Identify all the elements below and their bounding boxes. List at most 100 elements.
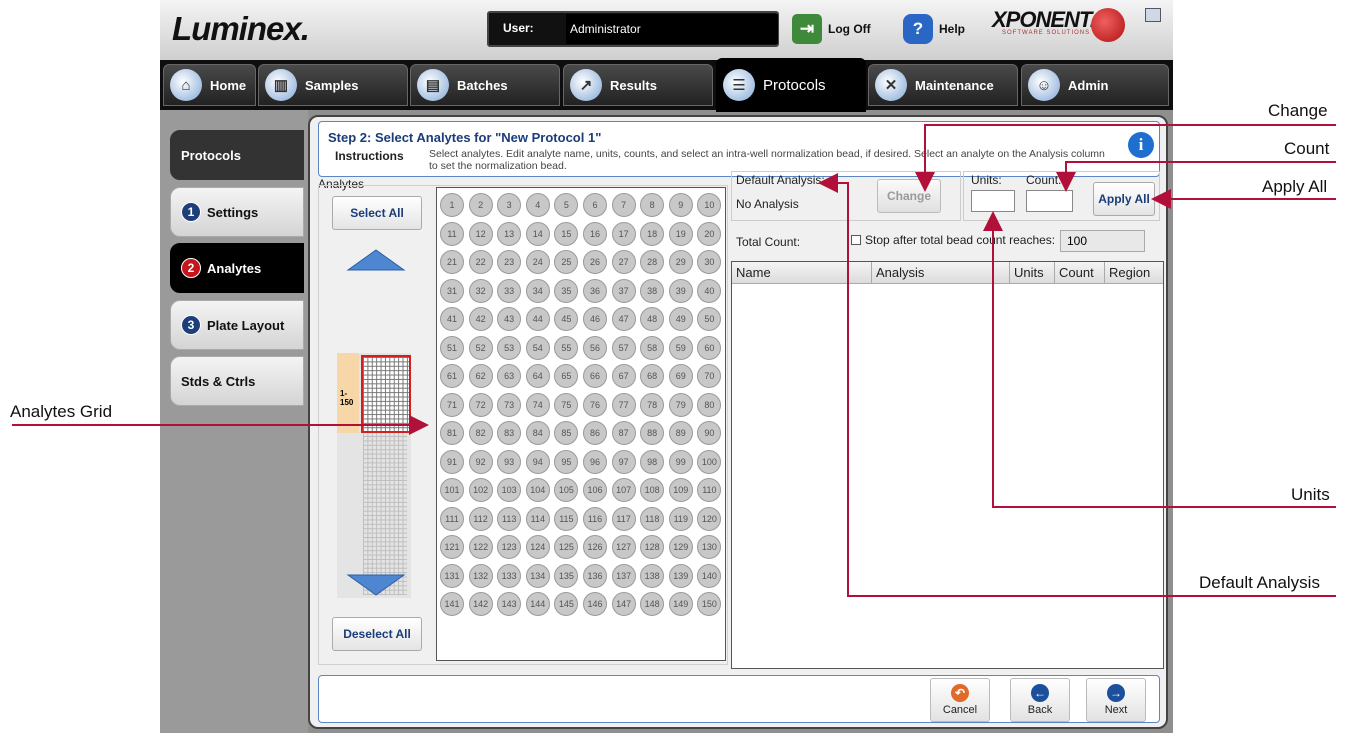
analyte-well[interactable]: 72: [468, 392, 493, 417]
analyte-well[interactable]: 87: [611, 421, 636, 445]
analyte-well[interactable]: 79: [668, 392, 693, 417]
analyte-well[interactable]: 45: [554, 307, 579, 331]
sidebar-item-protocols[interactable]: Protocols: [170, 130, 304, 180]
analyte-well[interactable]: 70: [697, 364, 722, 388]
analyte-well[interactable]: 51: [440, 335, 464, 360]
analyte-well[interactable]: 111: [440, 506, 464, 531]
help-button[interactable]: ? Help: [903, 12, 965, 46]
tab-protocols[interactable]: ☰ Protocols: [716, 58, 866, 112]
analyte-well[interactable]: 47: [611, 307, 636, 331]
sidebar-item-plate-layout[interactable]: 3 Plate Layout: [170, 300, 304, 350]
analyte-well[interactable]: 117: [611, 506, 636, 531]
count-input[interactable]: [1026, 190, 1073, 212]
tab-maintenance[interactable]: ✕ Maintenance: [868, 64, 1018, 106]
analyte-well[interactable]: 15: [554, 221, 579, 246]
analyte-well[interactable]: 17: [611, 221, 636, 246]
analyte-well[interactable]: 118: [640, 506, 665, 531]
analyte-well[interactable]: 54: [525, 335, 550, 360]
column-header-count[interactable]: Count: [1055, 262, 1105, 284]
analyte-well[interactable]: 100: [697, 449, 722, 474]
analyte-well[interactable]: 133: [497, 563, 522, 588]
analyte-well[interactable]: 71: [440, 392, 464, 417]
analyte-well[interactable]: 132: [468, 563, 493, 588]
analyte-well[interactable]: 127: [611, 535, 636, 559]
analyte-well[interactable]: 86: [583, 421, 607, 445]
analyte-well[interactable]: 37: [611, 278, 636, 303]
analyte-well[interactable]: 56: [583, 335, 607, 360]
analyte-well[interactable]: 26: [583, 250, 607, 274]
analyte-well[interactable]: 36: [583, 278, 607, 303]
scroll-up-arrow-icon[interactable]: [346, 248, 406, 272]
analyte-well[interactable]: 6: [583, 193, 607, 217]
tab-samples[interactable]: ▥ Samples: [258, 64, 408, 106]
analyte-well[interactable]: 106: [583, 478, 607, 502]
analyte-well[interactable]: 27: [611, 250, 636, 274]
analyte-well[interactable]: 29: [668, 250, 693, 274]
analyte-well[interactable]: 68: [640, 364, 665, 388]
analyte-well[interactable]: 59: [668, 335, 693, 360]
analyte-well[interactable]: 55: [554, 335, 579, 360]
analyte-well[interactable]: 98: [640, 449, 665, 474]
analyte-well[interactable]: 14: [525, 221, 550, 246]
analyte-well[interactable]: 144: [525, 592, 550, 616]
analyte-well[interactable]: 82: [468, 421, 493, 445]
analyte-well[interactable]: 63: [497, 364, 522, 388]
deselect-all-button[interactable]: Deselect All: [332, 617, 422, 651]
tab-results[interactable]: ↗ Results: [563, 64, 713, 106]
column-header-analysis[interactable]: Analysis: [872, 262, 1010, 284]
units-input[interactable]: [971, 190, 1015, 212]
analyte-well[interactable]: 41: [440, 307, 464, 331]
analyte-well[interactable]: 125: [554, 535, 579, 559]
analyte-well[interactable]: 39: [668, 278, 693, 303]
analyte-well[interactable]: 150: [697, 592, 722, 616]
analyte-well[interactable]: 95: [554, 449, 579, 474]
analyte-well[interactable]: 85: [554, 421, 579, 445]
analyte-well[interactable]: 40: [697, 278, 722, 303]
minimap-selection[interactable]: [361, 355, 411, 433]
analyte-well[interactable]: 92: [468, 449, 493, 474]
minimize-button[interactable]: [1145, 8, 1161, 22]
analyte-well[interactable]: 141: [440, 592, 464, 616]
analyte-well[interactable]: 38: [640, 278, 665, 303]
analyte-well[interactable]: 48: [640, 307, 665, 331]
analyte-well[interactable]: 66: [583, 364, 607, 388]
analyte-well[interactable]: 143: [497, 592, 522, 616]
analyte-well[interactable]: 67: [611, 364, 636, 388]
analyte-well[interactable]: 122: [468, 535, 493, 559]
back-button[interactable]: ← Back: [1010, 678, 1070, 722]
analyte-well[interactable]: 9: [668, 193, 693, 217]
analyte-well[interactable]: 129: [668, 535, 693, 559]
analyte-well[interactable]: 145: [554, 592, 579, 616]
analyte-well[interactable]: 32: [468, 278, 493, 303]
analyte-well[interactable]: 119: [668, 506, 693, 531]
analyte-well[interactable]: 30: [697, 250, 722, 274]
tab-home[interactable]: ⌂ Home: [163, 64, 256, 106]
tab-batches[interactable]: ▤ Batches: [410, 64, 560, 106]
analyte-well[interactable]: 112: [468, 506, 493, 531]
analyte-well[interactable]: 149: [668, 592, 693, 616]
analyte-well[interactable]: 81: [440, 421, 464, 445]
analyte-well[interactable]: 24: [525, 250, 550, 274]
analyte-well[interactable]: 22: [468, 250, 493, 274]
analyte-well[interactable]: 3: [497, 193, 522, 217]
analyte-well[interactable]: 104: [525, 478, 550, 502]
analyte-well[interactable]: 50: [697, 307, 722, 331]
analyte-well[interactable]: 5: [554, 193, 579, 217]
analyte-well[interactable]: 64: [525, 364, 550, 388]
analyte-well[interactable]: 89: [668, 421, 693, 445]
analyte-well[interactable]: 60: [697, 335, 722, 360]
next-button[interactable]: → Next: [1086, 678, 1146, 722]
analyte-well[interactable]: 11: [440, 221, 464, 246]
analyte-well[interactable]: 128: [640, 535, 665, 559]
analyte-well[interactable]: 35: [554, 278, 579, 303]
analyte-well[interactable]: 107: [611, 478, 636, 502]
analyte-well[interactable]: 4: [525, 193, 550, 217]
analyte-well[interactable]: 91: [440, 449, 464, 474]
info-icon[interactable]: i: [1128, 132, 1154, 158]
analyte-well[interactable]: 62: [468, 364, 493, 388]
column-header-units[interactable]: Units: [1010, 262, 1055, 284]
column-header-region[interactable]: Region: [1105, 262, 1163, 284]
analyte-well[interactable]: 34: [525, 278, 550, 303]
analyte-well[interactable]: 16: [583, 221, 607, 246]
analyte-well[interactable]: 90: [697, 421, 722, 445]
